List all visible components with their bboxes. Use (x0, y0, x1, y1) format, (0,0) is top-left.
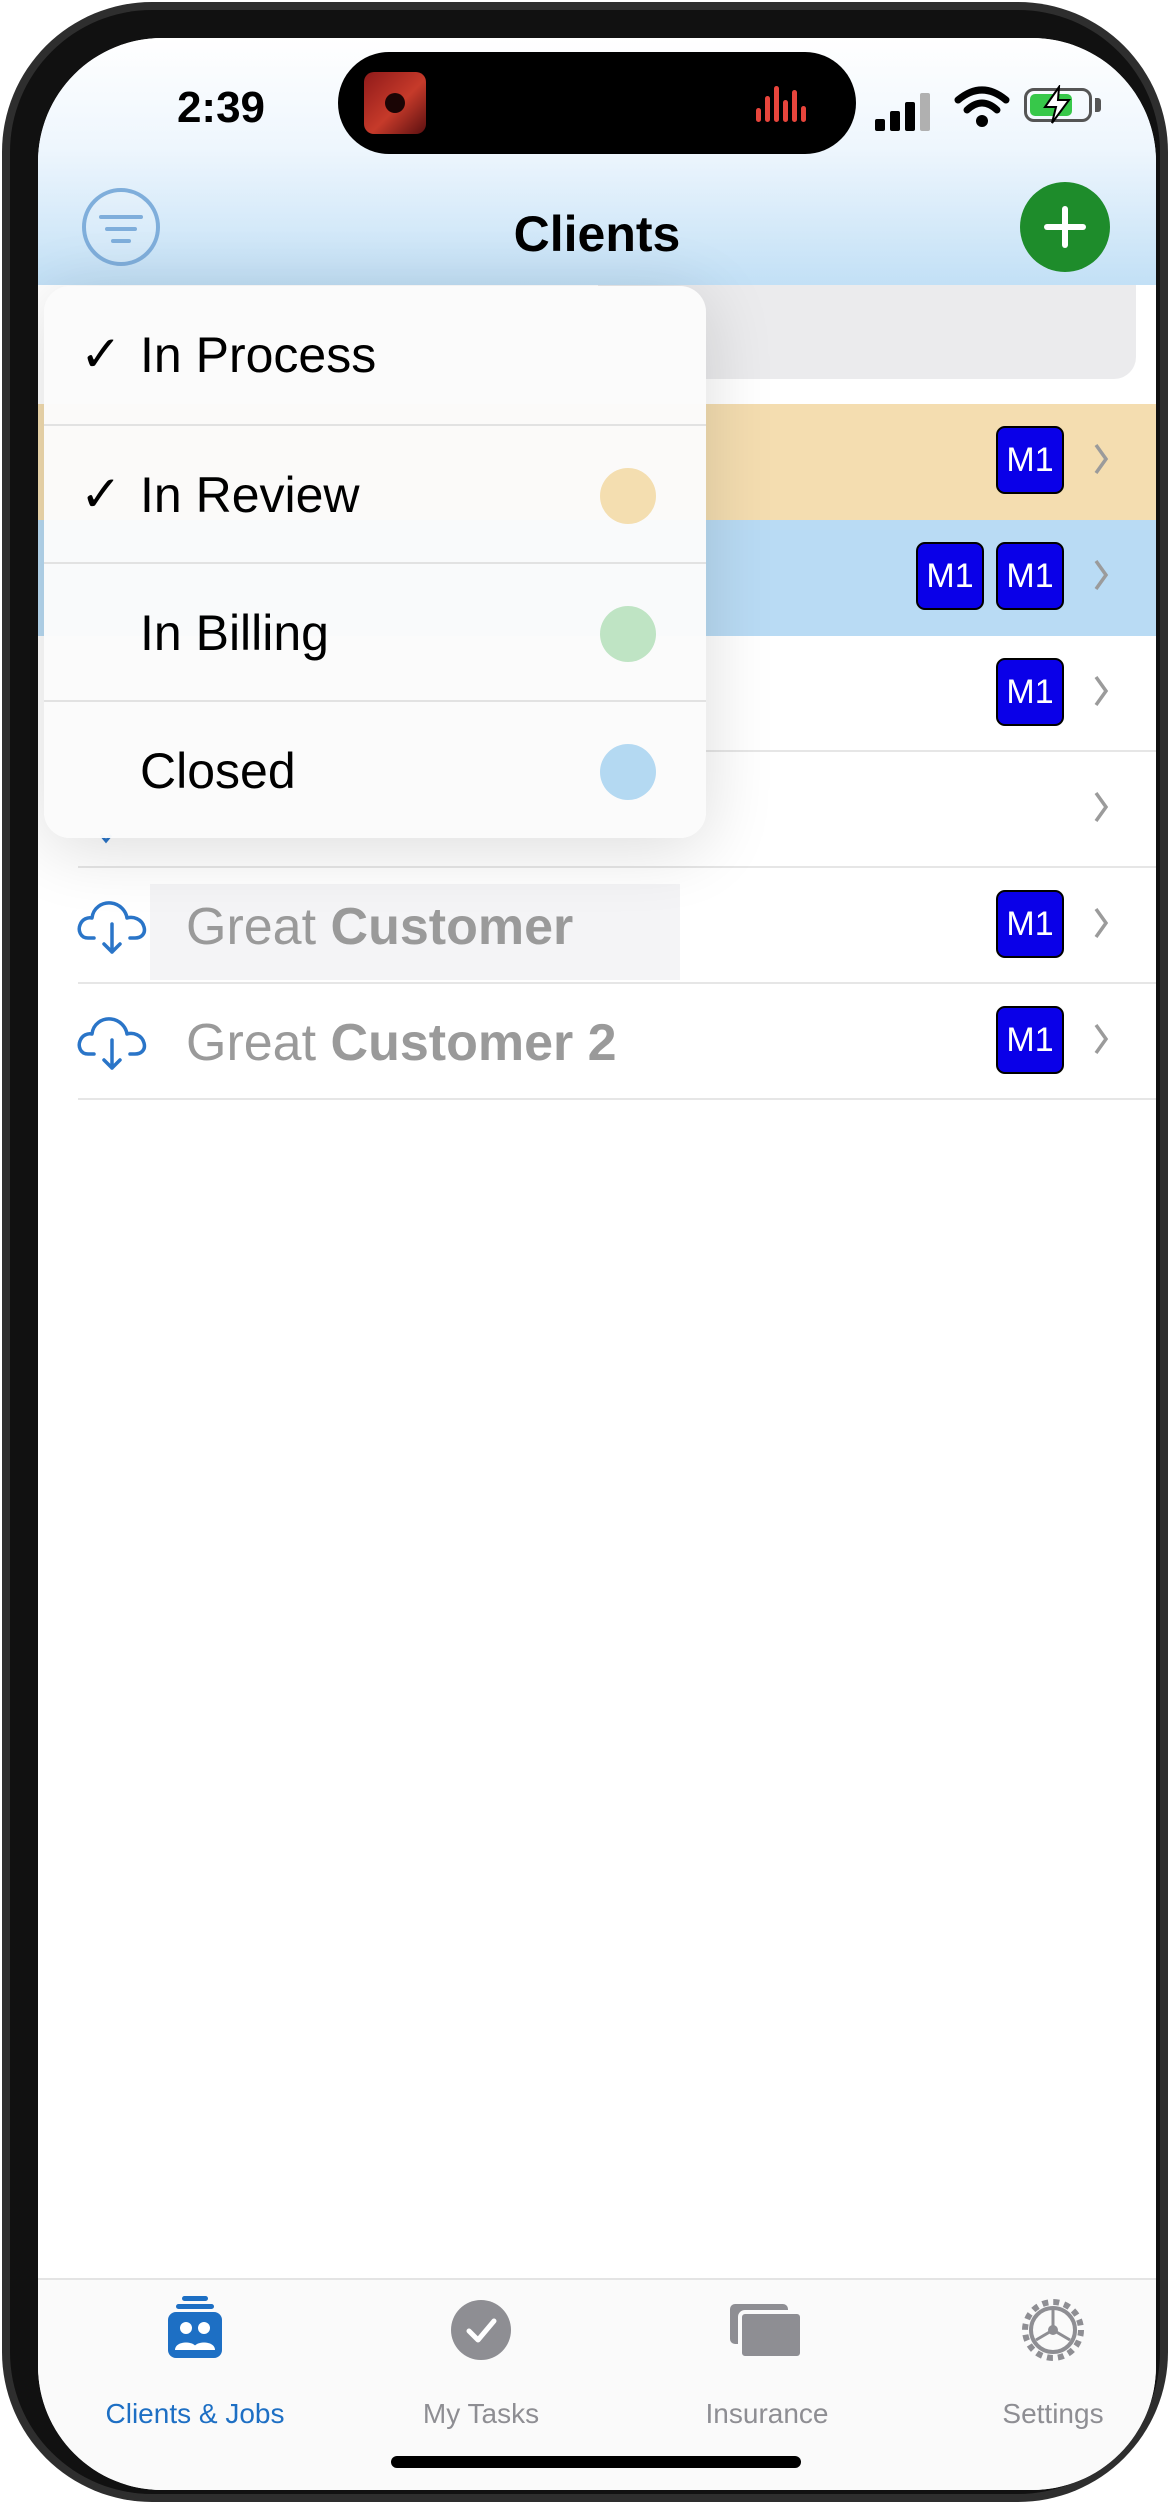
menu-item-closed[interactable]: Closed (44, 702, 706, 840)
stacked-cards-icon (730, 2304, 804, 2360)
battery-icon (1024, 85, 1092, 124)
m1-badge: M1 (916, 542, 984, 610)
tab-label: My Tasks (422, 2398, 540, 2429)
screen: 2:39 Clients M1 M1 M1 M1 Great Customer … (38, 38, 1156, 2490)
checkmark-icon: ✓ (80, 326, 122, 382)
status-color-dot (600, 606, 656, 662)
audio-waveform-icon (756, 86, 812, 122)
tab-label: Clients & Jobs (105, 2398, 285, 2429)
status-color-dot (600, 744, 656, 800)
status-color-dot (600, 468, 656, 524)
row-divider (78, 1098, 1156, 1100)
m1-badge: M1 (996, 658, 1064, 726)
cloud-download-icon (77, 901, 147, 954)
chevron-right-icon (1094, 907, 1109, 939)
chevron-right-icon (1094, 791, 1109, 823)
checkmark-icon: ✓ (80, 466, 122, 522)
tab-clients-jobs[interactable]: Clients & Jobs (70, 2280, 320, 2450)
cloud-download-icon (77, 1017, 147, 1070)
tab-insurance[interactable]: Insurance (642, 2280, 892, 2450)
menu-item-label: Closed (140, 743, 296, 799)
chevron-right-icon (1094, 443, 1109, 475)
menu-item-label: In Billing (140, 605, 329, 661)
phone-bezel: 2:39 Clients M1 M1 M1 M1 Great Customer … (10, 10, 1160, 2494)
clients-jobs-icon (168, 2296, 222, 2358)
charging-bolt-icon (1043, 85, 1071, 124)
client-row[interactable]: Great Customer 2 M1 (38, 984, 1156, 1100)
phone-frame: 2:39 Clients M1 M1 M1 M1 Great Customer … (2, 2, 1168, 2502)
tab-my-tasks[interactable]: My Tasks (356, 2280, 606, 2450)
m1-badge: M1 (996, 542, 1064, 610)
page-title: Clients (513, 206, 681, 262)
client-row[interactable]: Great Customer M1 (38, 868, 1156, 984)
now-playing-artwork[interactable] (364, 72, 426, 134)
menu-item-in-process[interactable]: ✓ In Process (44, 286, 706, 424)
client-name: Great Customer (186, 898, 574, 956)
dynamic-island[interactable] (338, 52, 856, 154)
m1-badge: M1 (996, 1006, 1064, 1074)
m1-badge: M1 (996, 426, 1064, 494)
menu-item-in-billing[interactable]: In Billing (44, 564, 706, 702)
chevron-right-icon (1094, 1023, 1109, 1055)
tab-settings[interactable]: Settings (928, 2280, 1156, 2450)
tab-label: Settings (1002, 2398, 1104, 2429)
status-time: 2:39 (176, 83, 266, 132)
menu-item-in-review[interactable]: ✓ In Review (44, 426, 706, 564)
checkmark-circle-icon (451, 2300, 511, 2360)
tab-label: Insurance (705, 2398, 829, 2429)
chevron-right-icon (1094, 675, 1109, 707)
home-indicator[interactable] (391, 2456, 801, 2468)
filter-button[interactable] (82, 188, 160, 266)
gear-icon (1022, 2299, 1084, 2361)
m1-badge: M1 (996, 890, 1064, 958)
battery-cap (1095, 98, 1101, 112)
menu-item-label: In Process (140, 327, 377, 383)
menu-item-label: In Review (140, 467, 360, 523)
chevron-right-icon (1094, 559, 1109, 591)
wifi-icon (954, 86, 1010, 127)
cellular-signal-icon (875, 91, 935, 131)
status-filter-menu: ✓ In Process ✓ In Review In Billing Clos… (44, 286, 706, 838)
client-name: Great Customer 2 (186, 1014, 617, 1072)
add-client-button[interactable] (1020, 182, 1110, 272)
